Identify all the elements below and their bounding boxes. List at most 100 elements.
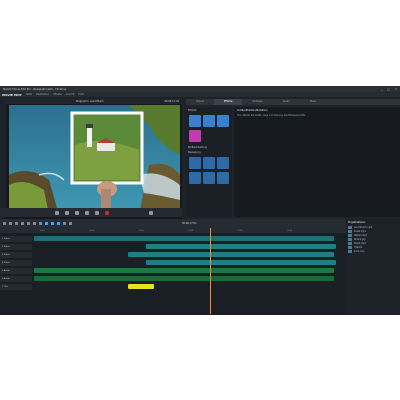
timeline[interactable]: 0:00 0:05 0:10 0:15 0:20 0:25 1 Video 2 …	[0, 228, 346, 315]
track-header[interactable]: 7 Titel	[0, 284, 32, 290]
marker-icon[interactable]	[63, 222, 66, 225]
window-title: MAGIX Movie Edit Pro - Beispielprojekt -…	[3, 87, 67, 91]
video-clip[interactable]	[146, 260, 336, 265]
thumbnail	[348, 226, 352, 229]
track-label: 7 Titel	[2, 286, 9, 288]
group-tool-icon[interactable]	[51, 222, 54, 225]
tab-templates[interactable]: Vorlagen	[242, 99, 273, 105]
edit-toolbar: 00:00:17:01	[0, 219, 400, 228]
app-logo: MOVIE EDIT	[2, 92, 22, 97]
maximize-button[interactable]: □	[387, 88, 389, 91]
toolbar-timecode: 00:00:17:01	[182, 222, 197, 225]
effect-tile-position[interactable]	[189, 115, 201, 127]
effect-tile-path[interactable]	[203, 172, 215, 184]
media-item[interactable]: Küste.mp4	[348, 230, 398, 233]
media-item[interactable]: Wellen.mp4	[348, 234, 398, 237]
track-header[interactable]: 1 Video	[0, 236, 32, 242]
fullscreen-icon[interactable]	[149, 210, 153, 215]
redo-icon[interactable]	[9, 222, 12, 225]
media-item[interactable]: Strand.jpg	[348, 238, 398, 241]
cut-icon[interactable]	[15, 222, 18, 225]
media-item[interactable]: Titel.txt	[348, 246, 398, 249]
media-effects-panel: Import Effekte Vorlagen Audio Store Effe…	[186, 99, 400, 219]
title-clip[interactable]	[128, 284, 154, 289]
select-tool-icon[interactable]	[45, 222, 48, 225]
monitor-timecode: 00:00:17:01	[164, 100, 179, 103]
ruler-tick: 0:15	[188, 229, 194, 232]
video-preview[interactable]	[9, 105, 180, 215]
stop-icon[interactable]	[75, 210, 79, 215]
preview-monitor: Programm: Leuchtturm 00:00:17:01	[6, 99, 182, 219]
media-item-label: Leuchtturm.mp4	[354, 226, 373, 229]
effect-tile-3d[interactable]	[217, 172, 229, 184]
ruler-tick: 0:10	[139, 229, 144, 232]
track-label: 2 Video	[2, 246, 10, 248]
effects-header: Effekte	[188, 109, 197, 112]
media-item-label: Wellen.mp4	[354, 234, 367, 237]
media-item-label: Strand.jpg	[354, 238, 366, 241]
media-item-label: Küste.mp4	[354, 230, 366, 233]
effect-tile-shake[interactable]	[189, 172, 201, 184]
menu-effects[interactable]: Effekte	[53, 93, 61, 96]
track-label: 1 Video	[2, 238, 10, 240]
media-item[interactable]: Leuchtturm.mp4	[348, 226, 398, 229]
effect-tile-motion[interactable]	[217, 157, 229, 169]
track-header[interactable]: 3 Video	[0, 252, 32, 258]
playhead[interactable]	[210, 228, 211, 314]
timeline-ruler[interactable]: 0:00 0:05 0:10 0:15 0:20 0:25	[0, 228, 346, 233]
magnet-icon[interactable]	[33, 222, 36, 225]
track-header[interactable]: 5 Audio	[0, 268, 32, 274]
step-forward-icon[interactable]	[95, 210, 99, 215]
effect-tile-zoom[interactable]	[189, 157, 201, 169]
minimize-button[interactable]: _	[381, 88, 382, 91]
media-item-label: Musik.mp3	[354, 242, 366, 245]
step-back-icon[interactable]	[65, 210, 69, 215]
split-icon[interactable]	[27, 222, 30, 225]
track-label: 3 Video	[2, 254, 10, 256]
audio-clip[interactable]	[34, 276, 334, 281]
tab-import[interactable]: Import	[186, 99, 214, 105]
trim-tool-icon[interactable]	[57, 222, 60, 225]
effects-group2-label: Bewegung	[188, 151, 201, 154]
delete-icon[interactable]	[21, 222, 24, 225]
editor-window: MAGIX Movie Edit Pro - Beispielprojekt -…	[0, 86, 400, 315]
audio-clip[interactable]	[34, 268, 334, 273]
tab-audio[interactable]: Audio	[273, 99, 300, 105]
record-icon[interactable]	[105, 210, 109, 215]
track-label: 5 Audio	[2, 270, 10, 272]
ruler-tick: 0:25	[287, 229, 293, 232]
skip-back-icon[interactable]	[55, 210, 59, 215]
effect-tile-size[interactable]	[203, 115, 215, 127]
effect-description: Größe/Position/Rotation Hier wählen Sie …	[234, 107, 400, 217]
close-button[interactable]: ×	[395, 88, 397, 91]
effect-tile-pan[interactable]	[203, 157, 215, 169]
thumbnail	[348, 250, 352, 253]
zoom-icon[interactable]	[69, 222, 72, 225]
ruler-tick: 0:05	[89, 229, 95, 232]
track-header[interactable]: 6 Audio	[0, 276, 32, 282]
tab-store[interactable]: Store	[300, 99, 326, 105]
menu-view[interactable]: Ansicht	[66, 93, 75, 96]
track-header[interactable]: 4 Video	[0, 260, 32, 266]
video-clip[interactable]	[128, 252, 334, 257]
thumbnail	[348, 242, 352, 245]
tab-effects[interactable]: Effekte	[213, 99, 243, 105]
pointer-icon[interactable]	[39, 222, 42, 225]
thumbnail	[348, 230, 352, 233]
menu-edit[interactable]: Bearbeiten	[36, 93, 49, 96]
effects-group-label: Bildbearbeitung	[188, 146, 208, 149]
menu-file[interactable]: Datei	[26, 93, 32, 96]
effect-tile-crop[interactable]	[217, 115, 229, 127]
media-item[interactable]: Intro.mov	[348, 250, 398, 253]
effect-tile-rotate[interactable]	[189, 130, 201, 142]
video-clip[interactable]	[34, 236, 334, 241]
video-clip[interactable]	[146, 244, 336, 249]
play-icon[interactable]	[85, 210, 89, 215]
track-header[interactable]: 2 Video	[0, 244, 32, 250]
menu-bar: MOVIE EDIT Datei Bearbeiten Effekte Ansi…	[0, 92, 400, 97]
media-item-label: Intro.mov	[354, 250, 365, 253]
menu-help[interactable]: Hilfe	[78, 93, 83, 96]
thumbnail	[348, 238, 352, 241]
media-item[interactable]: Musik.mp3	[348, 242, 398, 245]
undo-icon[interactable]	[3, 222, 6, 225]
